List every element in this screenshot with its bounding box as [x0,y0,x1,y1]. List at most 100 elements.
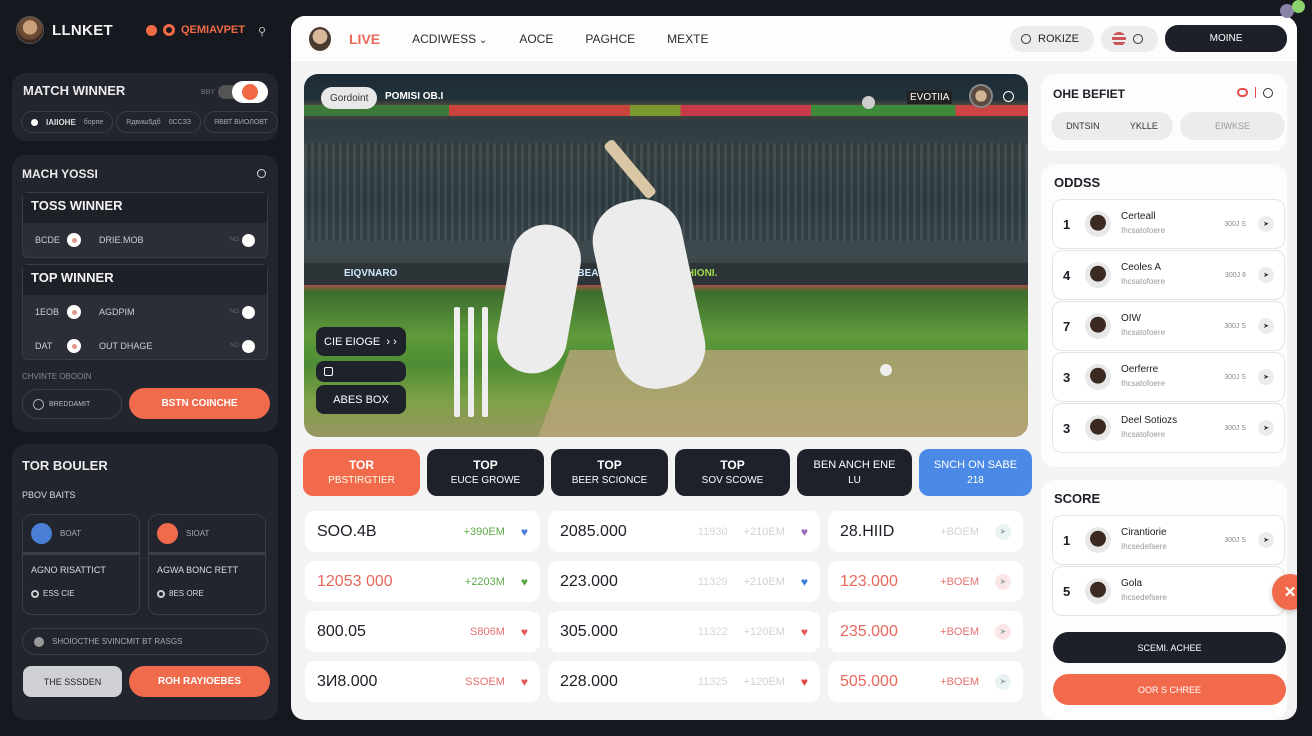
match-winner-toggle[interactable]: BBY [201,81,268,103]
secondary-segment[interactable]: EIWKSE [1180,112,1285,140]
arrow-right-icon[interactable]: ➤ [995,623,1011,640]
bet-confirm-button[interactable]: BSTN COINCHE [129,388,270,419]
tab-market[interactable]: TOP SOV SCOWE [675,449,790,496]
top-winner-row[interactable]: 1EOB AGDPIM NO [23,295,267,329]
secondary-button[interactable]: BREDDAMIT [22,389,122,419]
overlay-button-icon[interactable] [316,361,406,382]
segmented-control[interactable]: DNTSIN YKLLE [1051,112,1173,140]
option-pill[interactable]: Rдвиш5дб 0ССЗЗ [116,111,202,133]
heart-icon[interactable]: ♥ [801,525,808,539]
bowler-card[interactable]: BOAT AGNO RISATTICT ESS CIE [22,514,140,615]
nav-item-dropdown[interactable]: ACDIWESS [412,32,487,46]
option-pill[interactable]: IAIIOHE борпе [21,111,114,133]
radio-button[interactable] [67,305,81,319]
arrow-right-icon[interactable]: ➤ [1258,318,1274,334]
segment-option[interactable]: DNTSIN [1066,121,1100,131]
odds-value: 2085.000 [560,522,627,540]
profile-avatar[interactable] [309,26,331,51]
stream-tag[interactable]: Gordoint [321,87,378,109]
top-winner-row[interactable]: DAT OUT DHAGE NO [23,329,267,363]
more-button[interactable]: MOINE [1165,25,1287,52]
radio-icon [1133,33,1143,44]
heart-icon[interactable]: ♥ [521,625,528,639]
option-pill[interactable]: ЯВВТ ВИОЛОВТ [204,111,278,133]
tab-market[interactable]: TOP BEER SCIONCE [551,449,668,496]
odds-cell[interactable]: 2085.000 11930 +210EM ♥ [548,511,820,552]
odds-cell[interactable]: 123.000 +BOEM ➤ [828,561,1023,602]
overlay-button-next[interactable]: CIE EIOGE › › [316,327,406,356]
arrow-right-icon[interactable]: ➤ [995,673,1011,690]
odds-cell[interactable]: SOO.4B +390EM ♥ [305,511,540,552]
record-icon[interactable] [1236,88,1248,97]
target-icon [157,589,165,598]
settings-icon[interactable] [1263,87,1273,98]
arrow-right-icon[interactable]: ➤ [995,573,1011,590]
odds-change: +210EM [743,575,785,588]
heart-icon[interactable]: ♥ [521,675,528,689]
score-dark-button[interactable]: SCEMI. ACHEE [1053,632,1286,663]
odds-cell[interactable]: 235.000 +BOEM ➤ [828,611,1023,652]
overlay-button-box[interactable]: ABES BOX [316,385,406,414]
toggle[interactable]: NO [230,305,255,319]
heart-icon[interactable]: ♥ [521,525,528,539]
arrow-right-icon[interactable]: ➤ [1258,267,1274,283]
segment-option[interactable]: YKLLE [1130,121,1158,131]
odds-cell[interactable]: 223.000 11329 +210EM ♥ [548,561,820,602]
toggle[interactable]: NO [230,233,255,247]
radio-button[interactable] [67,339,81,353]
score-orange-button[interactable]: OOR S CHREE [1053,674,1286,705]
odds-cell[interactable]: 12053 000 +2203M ♥ [305,561,540,602]
odds-cell[interactable]: 28.HIID +BOEM ➤ [828,511,1023,552]
player-subtitle: Ihcsedefsere [1121,542,1167,551]
tab-market[interactable]: TOR PBSTIRGTIER [303,449,420,496]
toss-row[interactable]: BCDE DRIE.MOB NO [23,223,267,257]
player-row[interactable]: 5 Gola Ihcsedefsere [1052,566,1285,616]
user-avatar[interactable] [16,16,44,44]
odds-cell[interactable]: 228.000 11325 +120EM ♥ [548,661,820,702]
player-row[interactable]: 1 Certeall Ihcsatofoere 300J S ➤ [1052,199,1285,249]
heart-icon[interactable]: ♥ [801,575,808,589]
promo-link[interactable]: QEMIAVPET [146,24,245,36]
heart-icon[interactable]: ♥ [521,575,528,589]
nav-item[interactable]: MEXTE [667,32,708,46]
player-row[interactable]: 7 OIW Ihcsatofoere 300J S ➤ [1052,301,1285,351]
odds-cell[interactable]: 505.000 +BOEM ➤ [828,661,1023,702]
nav-item[interactable]: AOCE [519,32,553,46]
odds-cell[interactable]: 3И8.000 SSOEM ♥ [305,661,540,702]
player-row[interactable]: 1 Cirantiorie Ihcsedefsere 300J S ➤ [1052,515,1285,565]
search-icon[interactable]: ⚲ [258,25,266,38]
player-avatar[interactable] [969,84,993,108]
player-odds: 300J 6 [1224,271,1246,279]
heart-icon[interactable]: ♥ [801,625,808,639]
tab-market[interactable]: BEN ANCH ENE LU [797,449,912,496]
arrow-right-icon[interactable]: ➤ [1258,216,1274,232]
heart-icon[interactable]: ♥ [801,675,808,689]
tab-market[interactable]: SNCH ON SABE 218 [919,449,1032,496]
bowler-card[interactable]: SIOAT AGWA BONC RETT 8ES ORE [148,514,266,615]
language-button[interactable] [1101,25,1158,52]
tab-market[interactable]: TOP EUCE GROWE [427,449,544,496]
team-code: 1EOB [35,307,60,317]
odds-cell[interactable]: 800.05 S806M ♥ [305,611,540,652]
live-video-player[interactable]: EIQVNAROBEAN KOHAUNE CIGAHIONI. Gordoint… [304,74,1028,437]
chip-button[interactable]: ROKIZE [1010,25,1094,52]
nav-menu: LIVE ACDIWESS AOCE PAGHCE MEXTE [349,31,708,47]
secondary-button[interactable]: THE SSSDEN [23,666,122,697]
nav-live[interactable]: LIVE [349,31,380,47]
radio-button[interactable] [67,233,81,247]
player-row[interactable]: 4 Ceoles A Ihcsatofoere 300J 6 ➤ [1052,250,1285,300]
toggle[interactable]: NO [230,339,255,353]
notification-toggle[interactable]: SHOIOCTHE SVINCMIT BT RASGS [22,628,268,655]
player-row[interactable]: 3 Oerferre Ihcsatofoere 300J S ➤ [1052,352,1285,402]
info-icon[interactable] [257,169,266,178]
player-row[interactable]: 3 Deel Sotiozs Ihcsatofoere 300J S ➤ [1052,403,1285,453]
arrow-right-icon[interactable]: ➤ [1258,532,1274,548]
primary-button[interactable]: ROH RAYIOEBES [129,666,270,697]
odds-cell[interactable]: 305.000 11322 +120EM ♥ [548,611,820,652]
arrow-right-icon[interactable]: ➤ [995,523,1011,540]
nav-item[interactable]: PAGHCE [585,32,635,46]
player-rank: 5 [1063,583,1071,599]
search-icon[interactable] [1003,91,1014,102]
arrow-right-icon[interactable]: ➤ [1258,420,1274,436]
arrow-right-icon[interactable]: ➤ [1258,369,1274,385]
